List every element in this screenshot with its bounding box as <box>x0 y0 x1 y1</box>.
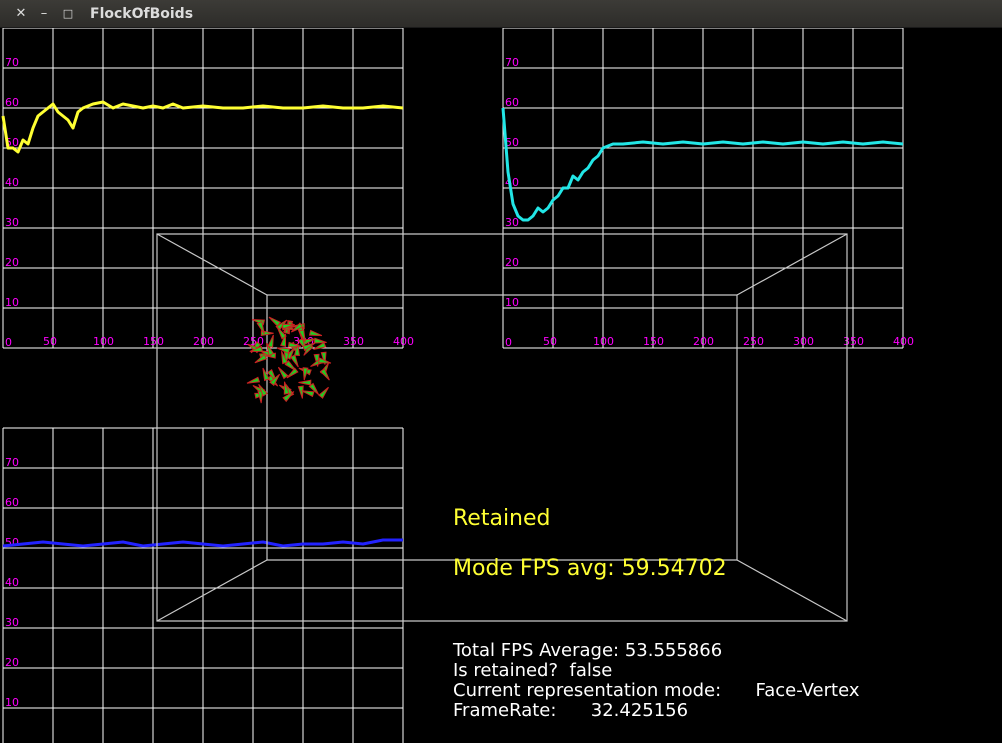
x-tick-label: 200 <box>193 335 214 348</box>
x-tick-label: 150 <box>143 335 164 348</box>
window-title: FlockOfBoids <box>90 6 194 22</box>
boid <box>277 366 289 380</box>
scene-svg: 0 10 20 30 40 50 60 70 50 100 150 200 250 300 350 400 0 1… <box>1 28 914 743</box>
boid <box>267 334 274 349</box>
y-tick-label: 20 <box>505 256 519 269</box>
box-edge <box>156 559 268 622</box>
boid <box>268 316 282 327</box>
total-fps-text: Total FPS Average: 53.555866 <box>453 640 723 661</box>
x-tick-label: 200 <box>693 335 714 348</box>
boid <box>286 367 299 379</box>
y-tick-label: 70 <box>505 56 519 69</box>
boid <box>318 386 329 399</box>
x-tick-label: 50 <box>543 335 557 348</box>
boid <box>298 379 312 386</box>
window-titlebar: ✕ – □ FlockOfBoids <box>0 0 1002 28</box>
box-edge <box>156 233 268 296</box>
y-tick-label: 20 <box>5 256 19 269</box>
x-tick-label: 300 <box>793 335 814 348</box>
is-retained-text: Is retained? false <box>453 660 613 681</box>
maximize-button[interactable]: □ <box>61 7 75 21</box>
y-tick-label: 60 <box>5 496 19 509</box>
x-tick-label: 350 <box>843 335 864 348</box>
boid <box>246 376 261 384</box>
x-tick-label: 150 <box>643 335 664 348</box>
close-button[interactable]: ✕ <box>14 7 28 21</box>
boid <box>301 390 315 398</box>
x-tick-label: 250 <box>743 335 764 348</box>
x-tick-label: 100 <box>593 335 614 348</box>
mode-fps-text: Mode FPS avg: 59.54702 <box>453 556 727 581</box>
x-tick-label: 50 <box>43 335 57 348</box>
boid <box>276 347 291 355</box>
boid <box>313 337 327 344</box>
y-tick-label: 30 <box>5 616 19 629</box>
boid <box>319 367 330 381</box>
x-tick-label: 400 <box>393 335 414 348</box>
y-tick-label: 30 <box>505 216 519 229</box>
minimize-button[interactable]: – <box>37 7 51 21</box>
x-tick-label: 100 <box>93 335 114 348</box>
y-tick-label: 70 <box>5 456 19 469</box>
boid <box>297 385 304 399</box>
y-tick-label: 10 <box>5 696 19 709</box>
x-tick-label: 350 <box>343 335 364 348</box>
y-tick-label: 40 <box>5 176 19 189</box>
y-tick-label: 0 <box>5 336 12 349</box>
y-tick-label: 30 <box>5 216 19 229</box>
y-tick-label: 0 <box>505 336 512 349</box>
boid <box>302 367 309 381</box>
boid <box>262 367 270 382</box>
x-tick-label: 400 <box>893 335 914 348</box>
y-tick-label: 70 <box>5 56 19 69</box>
representation-text: Current representation mode: Face-Vertex <box>453 680 860 701</box>
boid <box>308 329 323 337</box>
y-tick-label: 60 <box>5 96 19 109</box>
y-tick-label: 10 <box>505 296 519 309</box>
y-tick-label: 10 <box>5 296 19 309</box>
y-tick-label: 60 <box>505 96 519 109</box>
mode-label: Retained <box>453 506 551 531</box>
y-tick-label: 40 <box>5 576 19 589</box>
render-canvas[interactable]: 0 10 20 30 40 50 60 70 50 100 150 200 250 300 350 400 0 1… <box>0 28 1002 743</box>
box-edge <box>736 559 848 622</box>
y-tick-label: 20 <box>5 656 19 669</box>
y-tick-label: 40 <box>505 176 519 189</box>
framerate-text: FrameRate: 32.425156 <box>453 700 689 721</box>
